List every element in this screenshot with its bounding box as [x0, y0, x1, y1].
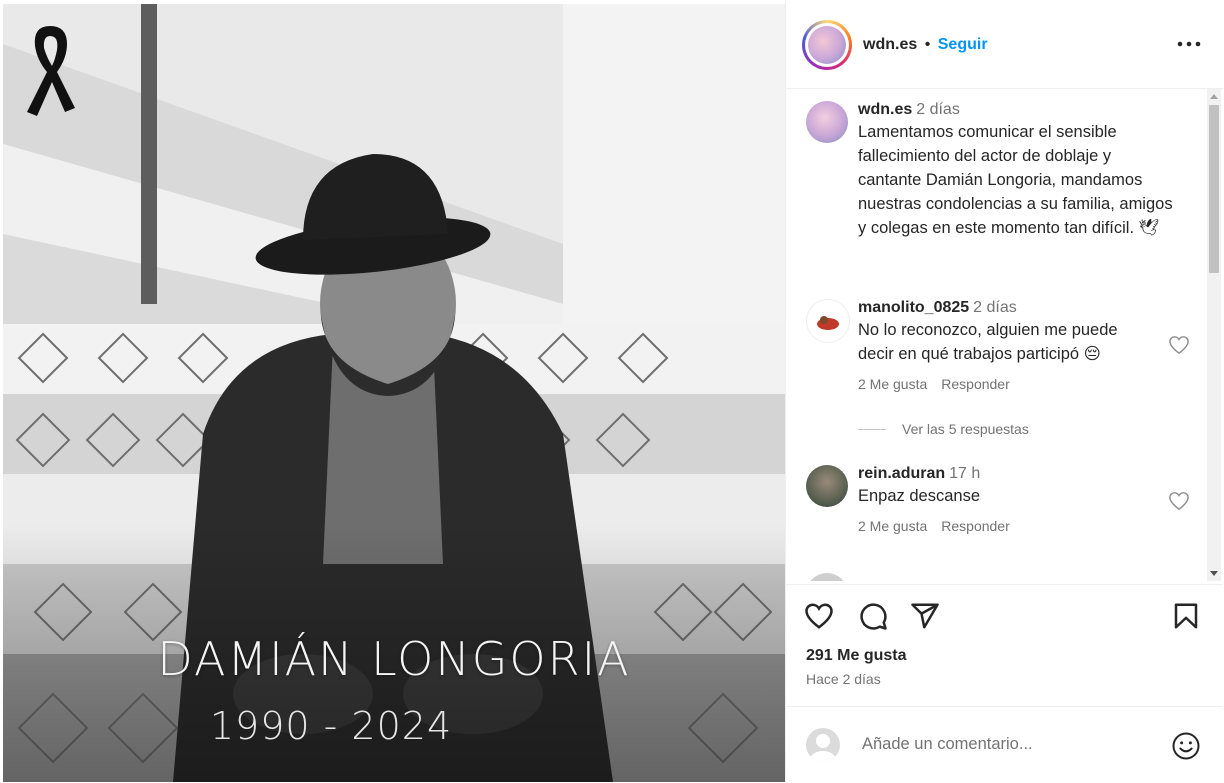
separator-dot: • — [924, 36, 931, 53]
comment-input[interactable] — [862, 735, 1132, 754]
author-avatar[interactable] — [802, 20, 852, 70]
comment-username[interactable]: wdn.es — [858, 101, 912, 118]
commenter-avatar[interactable] — [806, 465, 848, 507]
list-item — [806, 573, 1186, 581]
commenter-avatar[interactable] — [806, 299, 850, 343]
post-photo[interactable]: DAMIÁN LONGORIA 1990 - 2024 — [3, 4, 785, 782]
heart-icon[interactable] — [1168, 491, 1190, 511]
add-comment-bar — [786, 706, 1223, 783]
comment-likes[interactable]: 2 Me gusta — [858, 376, 927, 392]
comment-username[interactable]: rein.aduran — [858, 465, 945, 482]
comment-text: No lo reconozco, alguien me puede decir … — [858, 321, 1118, 363]
memorial-name-overlay: DAMIÁN LONGORIA — [157, 632, 631, 686]
comment-username[interactable]: manolito_0825 — [858, 299, 969, 316]
caption-comment: wdn.es 2 días Lamentamos comunicar el sen… — [806, 101, 1186, 271]
view-replies-button[interactable]: Ver las 5 respuestas — [858, 421, 1029, 437]
scrollbar-thumb[interactable] — [1209, 105, 1219, 273]
post-header: wdn.es • Seguir — [786, 0, 1223, 89]
mourning-ribbon-icon — [27, 26, 75, 116]
header-user: wdn.es • Seguir — [863, 36, 988, 54]
comment-icon[interactable] — [858, 601, 888, 631]
commenter-avatar[interactable] — [806, 573, 848, 581]
post-side-panel: wdn.es • Seguir wdn.es 2 días Lamentamos … — [785, 0, 1223, 782]
reply-button[interactable]: Responder — [941, 518, 1010, 534]
post-timestamp: Hace 2 días — [806, 671, 881, 687]
likes-count[interactable]: 291 Me gusta — [806, 647, 906, 665]
comment-time: 17 h — [949, 465, 981, 482]
comment-time: 2 días — [916, 101, 960, 118]
reply-button[interactable]: Responder — [941, 376, 1010, 392]
list-item: rein.aduran 17 h Enpaz descanse 2 Me gust… — [806, 465, 1189, 555]
author-username[interactable]: wdn.es — [863, 36, 917, 53]
comment-text: Lamentamos comunicar el sensible falleci… — [858, 123, 1173, 237]
emoji-icon[interactable] — [1171, 731, 1201, 761]
comment-time: 2 días — [973, 299, 1017, 316]
more-horizontal-icon[interactable] — [1177, 32, 1201, 56]
comment-text: Enpaz descanse — [858, 487, 981, 505]
heart-icon[interactable] — [804, 601, 834, 631]
send-icon[interactable] — [910, 601, 940, 631]
follow-button[interactable]: Seguir — [938, 36, 988, 53]
user-avatar — [806, 728, 840, 762]
bookmark-icon[interactable] — [1171, 601, 1201, 631]
comments-list[interactable]: wdn.es 2 días Lamentamos comunicar el sen… — [786, 89, 1223, 581]
comment-likes[interactable]: 2 Me gusta — [858, 518, 927, 534]
view-replies-label: Ver las 5 respuestas — [902, 421, 1029, 437]
memorial-years-overlay: 1990 - 2024 — [209, 704, 453, 748]
caption-avatar[interactable] — [806, 101, 848, 143]
list-item: manolito_0825 2 días No lo reconozco, alg… — [806, 299, 1189, 409]
heart-icon[interactable] — [1168, 335, 1190, 355]
post-actions: 291 Me gusta Hace 2 días — [786, 584, 1223, 705]
comments-scrollbar[interactable] — [1207, 89, 1221, 581]
